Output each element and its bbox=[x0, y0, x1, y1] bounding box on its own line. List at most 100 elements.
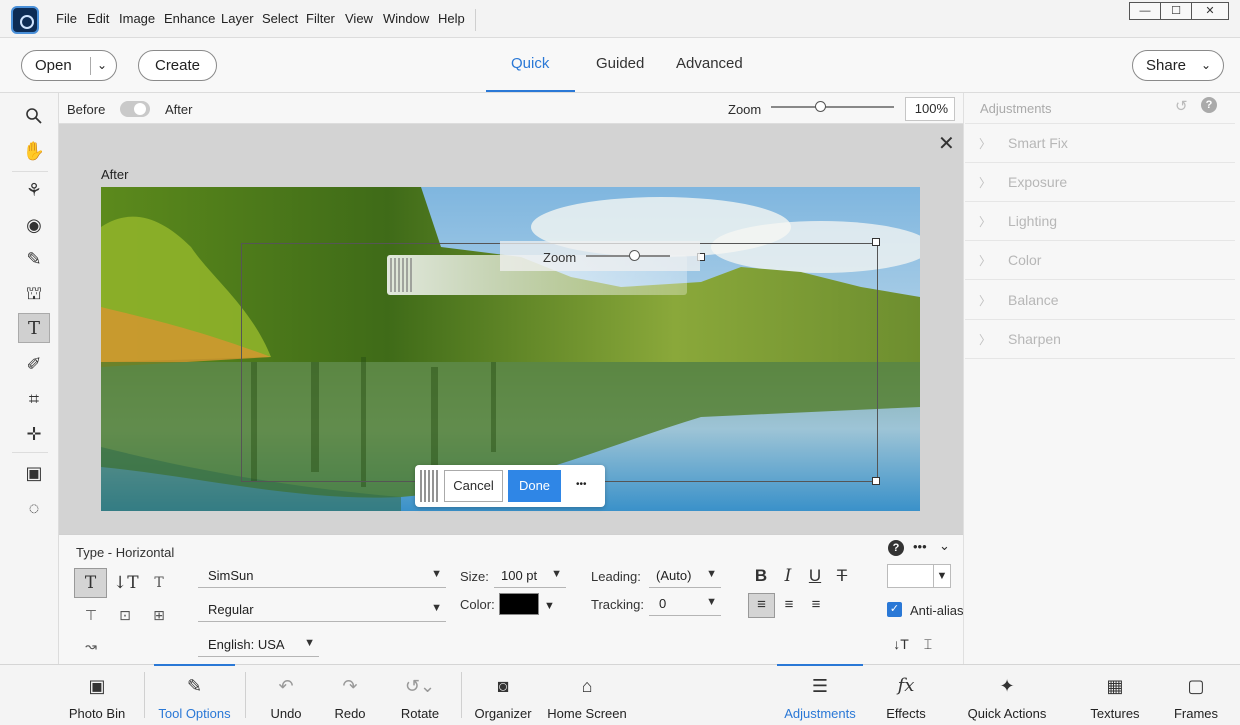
photo-bin-button[interactable]: ▣ Photo Bin bbox=[62, 664, 132, 725]
adj-item-label: Balance bbox=[1008, 292, 1059, 308]
adj-item-smart-fix[interactable]: 〉 Smart Fix bbox=[965, 124, 1235, 163]
menu-file[interactable]: File bbox=[56, 11, 77, 26]
color-swatch[interactable] bbox=[499, 593, 539, 615]
zoom-slider-track[interactable] bbox=[771, 106, 894, 108]
adj-item-exposure[interactable]: 〉 Exposure bbox=[965, 163, 1235, 202]
vertical-type-icon[interactable]: ↓T bbox=[113, 571, 139, 595]
horizontal-type-mask-icon[interactable]: T bbox=[147, 571, 171, 595]
floating-zoom-track[interactable] bbox=[586, 255, 670, 257]
open-button[interactable]: Open ⌄ bbox=[21, 50, 117, 81]
chevron-down-icon[interactable]: ⌄ bbox=[939, 538, 950, 554]
move-tool-icon[interactable]: ✛ bbox=[18, 419, 50, 449]
menu-enhance[interactable]: Enhance bbox=[164, 11, 215, 26]
quick-actions-button[interactable]: ✦ Quick Actions bbox=[965, 664, 1049, 725]
text-on-selection-icon[interactable]: ⊡ bbox=[113, 603, 137, 627]
menu-filter[interactable]: Filter bbox=[306, 11, 335, 26]
warp-text-icon[interactable]: ⌶ bbox=[916, 632, 940, 656]
toggle-orientation-icon[interactable]: ↓T bbox=[889, 632, 913, 656]
zoom-percent-field[interactable]: 100% bbox=[905, 97, 955, 121]
more-options-button[interactable]: ••• bbox=[576, 479, 587, 490]
resize-handle[interactable] bbox=[872, 238, 880, 246]
whiten-teeth-tool-icon[interactable]: ✎ bbox=[18, 244, 50, 274]
align-left-icon[interactable]: ≡ bbox=[748, 593, 775, 618]
create-button[interactable]: Create bbox=[138, 50, 217, 81]
menu-view[interactable]: View bbox=[345, 11, 373, 26]
language-value: English: USA bbox=[208, 637, 285, 652]
hand-tool-icon[interactable]: ✋ bbox=[18, 136, 50, 166]
adj-item-balance[interactable]: 〉 Balance bbox=[965, 281, 1235, 320]
adj-item-sharpen[interactable]: 〉 Sharpen bbox=[965, 320, 1235, 359]
type-tool-icon[interactable]: T bbox=[18, 313, 50, 343]
share-button[interactable]: Share ⌄ bbox=[1132, 50, 1224, 81]
tab-advanced[interactable]: Advanced bbox=[676, 55, 743, 72]
maximize-button[interactable]: ☐ bbox=[1160, 2, 1192, 20]
more-icon[interactable]: ••• bbox=[913, 539, 927, 554]
language-dropdown[interactable]: English: USA ▼ bbox=[198, 637, 319, 657]
spot-healing-tool-icon[interactable]: ✐ bbox=[18, 349, 50, 379]
menu-select[interactable]: Select bbox=[262, 11, 298, 26]
cancel-button[interactable]: Cancel bbox=[444, 470, 503, 502]
zoom-tool-icon[interactable] bbox=[18, 101, 50, 131]
align-center-icon[interactable]: ≡ bbox=[777, 593, 801, 617]
adj-item-lighting[interactable]: 〉 Lighting bbox=[965, 202, 1235, 241]
close-window-button[interactable]: ✕ bbox=[1191, 2, 1229, 20]
text-on-path-icon[interactable]: ↝ bbox=[79, 634, 103, 658]
menu-layer[interactable]: Layer bbox=[221, 11, 254, 26]
tab-quick[interactable]: Quick bbox=[511, 55, 549, 72]
adjustments-button[interactable]: ☰ Adjustments bbox=[777, 664, 863, 725]
size-dropdown[interactable]: 100 pt ▼ bbox=[494, 568, 566, 588]
drag-grip-icon[interactable] bbox=[390, 258, 414, 292]
tab-guided[interactable]: Guided bbox=[596, 55, 644, 72]
rotate-button[interactable]: ↺⌄ Rotate bbox=[396, 664, 444, 725]
resize-handle[interactable] bbox=[872, 477, 880, 485]
font-family-dropdown[interactable]: SimSun ▼ bbox=[198, 568, 446, 588]
straighten-tool-icon[interactable]: ⛫ bbox=[18, 278, 50, 308]
crop-tool-icon[interactable]: ⌗ bbox=[18, 384, 50, 414]
done-button[interactable]: Done bbox=[508, 470, 561, 502]
strikethrough-button[interactable]: T bbox=[830, 564, 854, 588]
close-icon[interactable]: ✕ bbox=[938, 131, 955, 156]
vertical-type-mask-icon[interactable]: ⊤ bbox=[79, 603, 103, 627]
recompose-tool-icon[interactable]: ◌ bbox=[18, 493, 50, 523]
app-logo-icon bbox=[11, 6, 39, 34]
frames-button[interactable]: ▢ Frames bbox=[1170, 664, 1222, 725]
minimize-button[interactable]: — bbox=[1129, 2, 1161, 20]
help-icon[interactable]: ? bbox=[1201, 97, 1217, 113]
text-style-swatch[interactable] bbox=[887, 564, 934, 588]
redo-button[interactable]: ↷ Redo bbox=[326, 664, 374, 725]
bottom-label: Home Screen bbox=[547, 706, 627, 721]
anti-alias-checkbox[interactable]: ✓ bbox=[887, 602, 902, 617]
undo-button[interactable]: ↶ Undo bbox=[262, 664, 310, 725]
reset-icon[interactable]: ↺ bbox=[1175, 97, 1188, 115]
align-right-icon[interactable]: ≡ bbox=[804, 593, 828, 617]
chevron-down-icon[interactable]: ▼ bbox=[544, 600, 555, 612]
effects-button[interactable]: fx Effects bbox=[880, 664, 932, 725]
organizer-button[interactable]: ◙ Organizer bbox=[472, 664, 534, 725]
adj-item-color[interactable]: 〉 Color bbox=[965, 241, 1235, 280]
tool-options-button[interactable]: ✎ Tool Options bbox=[154, 664, 235, 725]
menu-image[interactable]: Image bbox=[119, 11, 155, 26]
horizontal-type-icon[interactable]: T bbox=[74, 568, 107, 598]
bottom-label: Effects bbox=[886, 706, 926, 721]
menu-help[interactable]: Help bbox=[438, 11, 465, 26]
drag-grip-icon[interactable] bbox=[420, 470, 440, 502]
font-style-dropdown[interactable]: Regular ▼ bbox=[198, 602, 446, 622]
red-eye-tool-icon[interactable]: ◉ bbox=[18, 210, 50, 240]
before-after-toggle[interactable] bbox=[120, 101, 150, 117]
textures-button[interactable]: ▦ Textures bbox=[1088, 664, 1142, 725]
text-on-shape-icon[interactable]: ⊞ bbox=[147, 603, 171, 627]
chevron-down-icon[interactable]: ▼ bbox=[934, 564, 951, 588]
leading-dropdown[interactable]: (Auto) ▼ bbox=[649, 568, 721, 588]
home-screen-button[interactable]: ⌂ Home Screen bbox=[546, 664, 628, 725]
bold-button[interactable]: B bbox=[749, 564, 773, 588]
content-aware-move-icon[interactable]: ▣ bbox=[18, 458, 50, 488]
menu-window[interactable]: Window bbox=[383, 11, 429, 26]
chevron-down-icon[interactable]: ⌄ bbox=[97, 51, 107, 80]
underline-button[interactable]: U bbox=[803, 564, 827, 588]
menu-edit[interactable]: Edit bbox=[87, 11, 109, 26]
quick-selection-tool-icon[interactable]: ⚘ bbox=[18, 175, 50, 205]
floating-zoom-knob[interactable] bbox=[629, 250, 640, 261]
help-icon[interactable]: ? bbox=[888, 540, 904, 556]
italic-button[interactable]: I bbox=[776, 564, 800, 588]
tracking-dropdown[interactable]: 0 ▼ bbox=[649, 596, 721, 616]
